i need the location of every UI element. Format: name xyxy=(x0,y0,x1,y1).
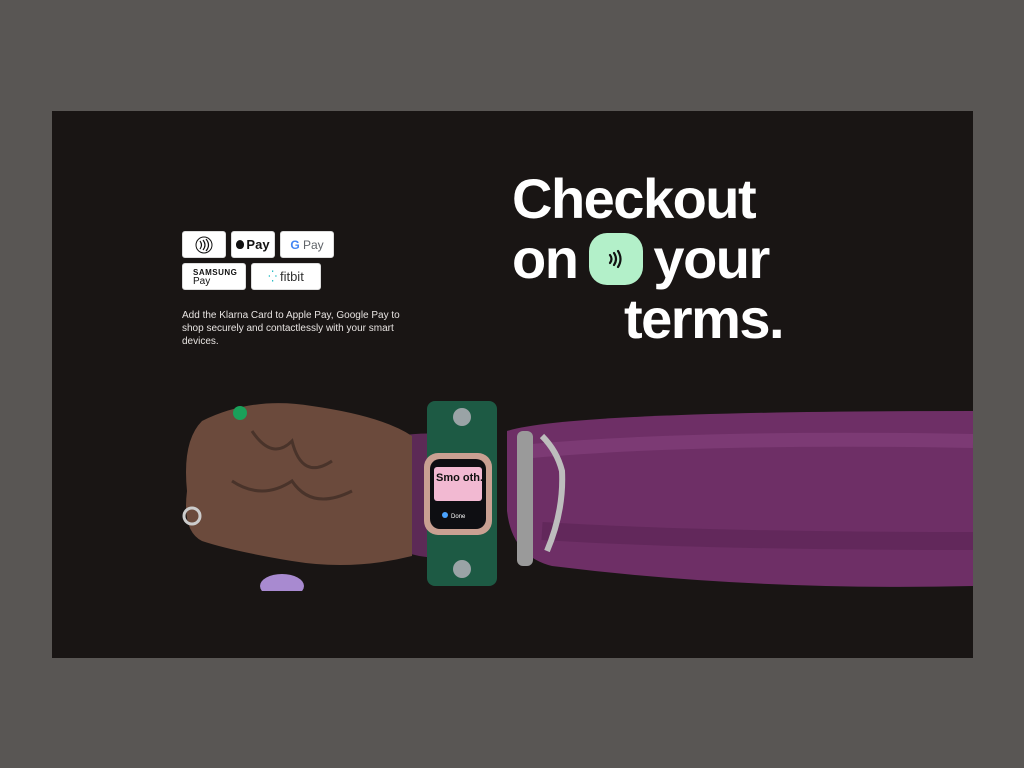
headline-line-1: Checkout xyxy=(512,167,757,230)
contactless-badge xyxy=(182,231,226,258)
contactless-icon xyxy=(195,236,213,253)
payment-badges: Pay G Pay SAMSUNG Pay ⁛ fitbit xyxy=(182,231,342,295)
watch-done-label: Done xyxy=(451,514,466,520)
google-logo: G xyxy=(290,237,300,252)
headline-your: your xyxy=(653,227,770,290)
hand xyxy=(186,403,412,565)
headline-line-2: on your xyxy=(512,229,842,289)
headline-on: on xyxy=(512,227,579,290)
hero-card: Pay G Pay SAMSUNG Pay ⁛ fitbit Add the K… xyxy=(52,111,973,658)
arm-with-smartwatch-image: Smo oth. Done xyxy=(182,401,973,591)
klarna-badge xyxy=(589,233,644,285)
fitbit-dots-icon: ⁛ xyxy=(268,271,277,283)
google-pay-badge: G Pay xyxy=(280,231,334,258)
description-text: Add the Klarna Card to Apple Pay, Google… xyxy=(182,310,400,347)
fitbit-label: fitbit xyxy=(279,269,304,284)
apple-pay-label: Pay xyxy=(246,237,270,252)
fitbit-badge: ⁛ fitbit xyxy=(251,263,321,290)
watch-screen-text: Smo oth. xyxy=(436,472,483,484)
samsung-pay-badge: SAMSUNG Pay xyxy=(182,263,246,290)
headline: Checkout on your terms. xyxy=(512,169,842,349)
apple-logo-icon xyxy=(236,240,245,249)
google-pay-label: Pay xyxy=(303,237,324,252)
headline-line-3: terms. xyxy=(624,287,785,350)
klarna-contactless-icon xyxy=(609,249,623,269)
samsung-pay-label: Pay xyxy=(193,275,211,287)
apple-pay-badge: Pay xyxy=(231,231,275,258)
